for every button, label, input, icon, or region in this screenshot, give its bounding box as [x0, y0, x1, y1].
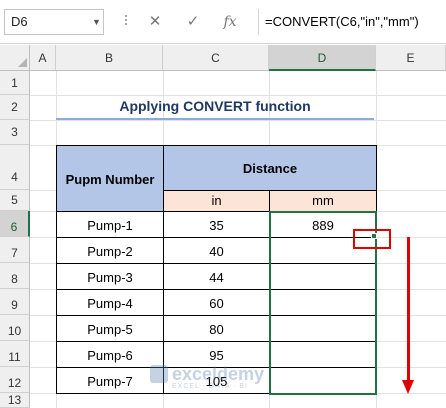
- row-header-8[interactable]: 8: [0, 263, 30, 289]
- column-header-d[interactable]: D: [269, 45, 376, 71]
- row-header-13[interactable]: 13: [0, 393, 30, 408]
- column-header-a[interactable]: A: [30, 45, 56, 71]
- cell-pump[interactable]: Pump-6: [56, 341, 164, 368]
- cell-pump[interactable]: Pump-2: [56, 237, 164, 264]
- header-in[interactable]: in: [163, 190, 270, 212]
- header-mm[interactable]: mm: [269, 190, 377, 212]
- row-header-6[interactable]: 6: [0, 211, 30, 237]
- name-box[interactable]: D6: [4, 9, 104, 35]
- header-pump-number[interactable]: Pupm Number: [56, 145, 164, 212]
- column-header-c[interactable]: C: [163, 45, 269, 71]
- annotation-highlight-box: [353, 229, 391, 249]
- cell-in[interactable]: 40: [163, 237, 270, 264]
- watermark-subtext: EXCEL · DATA · BI: [172, 383, 248, 390]
- cell-in[interactable]: 80: [163, 315, 270, 342]
- row-header-2[interactable]: 2: [0, 95, 30, 120]
- exceldemy-logo-icon: [150, 365, 168, 383]
- row-header-3[interactable]: 3: [0, 120, 30, 145]
- cell-pump[interactable]: Pump-7: [56, 367, 164, 394]
- cell-pump[interactable]: Pump-4: [56, 289, 164, 316]
- chevron-down-icon[interactable]: ▼: [92, 9, 101, 35]
- row-header-5[interactable]: 5: [0, 190, 30, 211]
- row-header-1[interactable]: 1: [0, 71, 30, 95]
- row-header-12[interactable]: 12: [0, 367, 30, 393]
- row-header-11[interactable]: 11: [0, 341, 30, 367]
- drag-handle-icon[interactable]: [124, 13, 128, 31]
- header-distance[interactable]: Distance: [163, 145, 377, 191]
- row-header-10[interactable]: 10: [0, 315, 30, 341]
- fill-handle[interactable]: [371, 233, 377, 239]
- column-header-b[interactable]: B: [56, 45, 163, 71]
- enter-button[interactable]: ✓: [181, 10, 205, 34]
- arrow-down-icon: [402, 380, 414, 394]
- sheet-title[interactable]: Applying CONVERT function: [56, 96, 374, 120]
- watermark-text: exceldemy: [172, 364, 265, 384]
- cell-pump[interactable]: Pump-5: [56, 315, 164, 342]
- column-header-e[interactable]: E: [376, 45, 446, 71]
- cell-in[interactable]: 35: [163, 211, 270, 238]
- gridline: [30, 120, 446, 121]
- formula-input[interactable]: =CONVERT(C6,"in","mm"): [258, 9, 446, 35]
- insert-function-button[interactable]: fx: [218, 10, 242, 34]
- cell-pump[interactable]: Pump-3: [56, 263, 164, 290]
- annotation-arrow-shaft: [407, 237, 410, 382]
- cell-in[interactable]: 44: [163, 263, 270, 290]
- cell-pump[interactable]: Pump-1: [56, 211, 164, 238]
- cell-in[interactable]: 60: [163, 289, 270, 316]
- cancel-button[interactable]: ✕: [143, 10, 167, 34]
- row-header-9[interactable]: 9: [0, 289, 30, 315]
- row-header-4[interactable]: 4: [0, 145, 30, 190]
- select-all-icon: [18, 58, 27, 67]
- row-header-7[interactable]: 7: [0, 237, 30, 263]
